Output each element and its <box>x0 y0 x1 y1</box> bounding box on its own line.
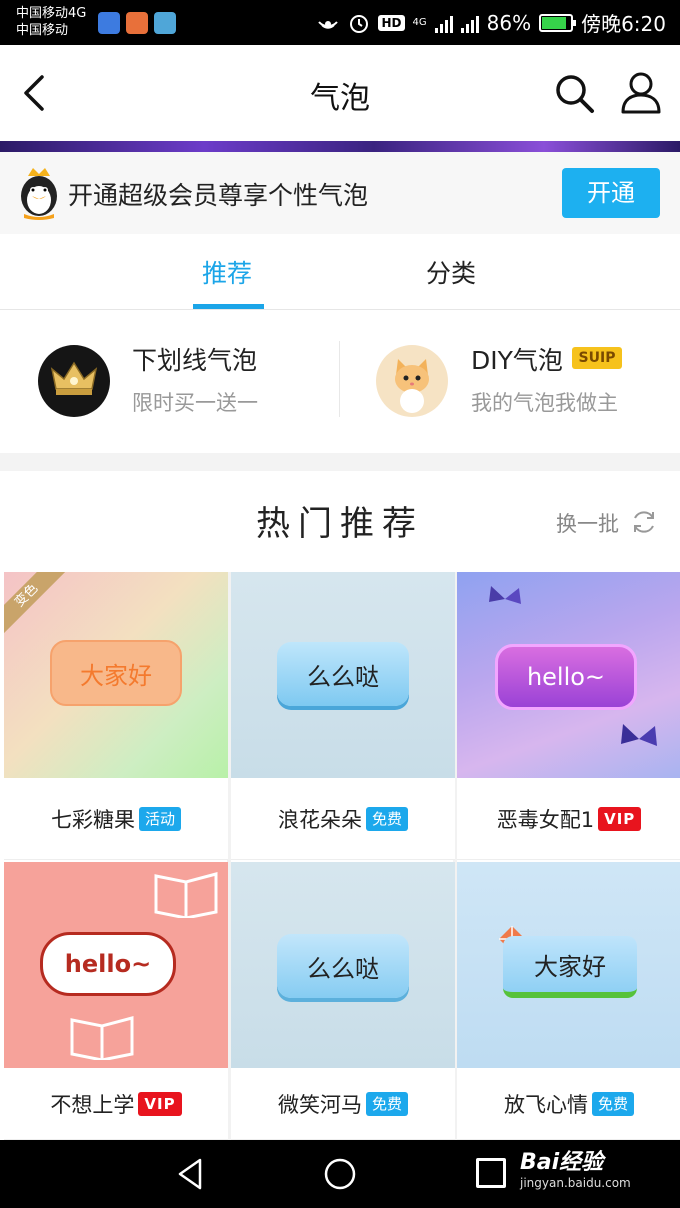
signal-2-icon <box>460 13 479 33</box>
card-name: 放飞心情 <box>503 1092 588 1117</box>
doodle-book-icon <box>154 872 218 918</box>
bubble-preview: hello~ <box>457 572 680 778</box>
uc-app-icon <box>126 12 148 34</box>
bubble-preview: 变色 大家好 <box>4 572 228 778</box>
bubble-text: 大家好 <box>534 952 606 981</box>
carrier-2: 中国移动 <box>16 23 69 38</box>
refresh-button[interactable]: 换一批 <box>556 508 619 538</box>
bubble-preview: 么么哒 <box>231 862 455 1068</box>
card-label: 放飞心情 免费 <box>457 1068 680 1140</box>
hotspot-icon <box>318 20 339 29</box>
status-indicators: HD 4G 86% 傍晚6:20 <box>316 8 666 37</box>
section-gap <box>0 453 680 471</box>
bubble-text: 么么哒 <box>307 954 379 983</box>
card-name: 七彩糖果 <box>50 807 135 832</box>
bubble-text: 大家好 <box>80 661 152 690</box>
nav-bar: 气泡 <box>0 45 680 141</box>
feature-subtitle: 限时买一送一 <box>132 391 258 415</box>
feature-section: 下划线气泡 限时买一送一 DIY气泡 SUIP 我的气泡我做主 <box>0 311 680 453</box>
color-change-ribbon: 变色 <box>4 572 66 635</box>
user-icon[interactable] <box>618 69 664 115</box>
carrier-info: 中国移动4G 中国移动 <box>16 5 86 39</box>
feature-title: DIY气泡 <box>471 346 563 375</box>
vip-promo-bar: 开通超级会员尊享个性气泡 开通 <box>0 152 680 234</box>
status-bar: 中国移动4G 中国移动 HD 4G 86% 傍晚6:20 <box>0 0 680 45</box>
bubble-card[interactable]: 么么哒 微笑河马 免费 <box>231 862 455 1140</box>
badge-event: 活动 <box>138 806 181 831</box>
tab-recommend[interactable]: 推荐 <box>202 254 252 290</box>
system-home-icon[interactable] <box>322 1156 358 1192</box>
refresh-icon[interactable] <box>630 508 658 536</box>
bubble-sample: 么么哒 <box>277 934 409 998</box>
badge-vip: VIP <box>598 806 642 831</box>
open-vip-button[interactable]: 开通 <box>562 168 660 218</box>
feature-title: 下划线气泡 <box>132 346 258 375</box>
crown-icon <box>38 345 110 417</box>
bubble-sample: 么么哒 <box>277 642 409 706</box>
bubble-sample: hello~ <box>495 644 637 710</box>
badge-free: 免费 <box>365 806 408 831</box>
feature-subtitle: 我的气泡我做主 <box>471 391 618 415</box>
card-name: 微笑河马 <box>277 1092 362 1117</box>
system-nav-bar: Bai经验 jingyan.baidu.com <box>0 1140 680 1208</box>
bubble-sample: hello~ <box>40 932 176 996</box>
bubble-card[interactable]: 变色 大家好 七彩糖果 活动 <box>4 572 228 860</box>
hd-icon: HD <box>378 14 405 31</box>
bubble-sample: 大家好 <box>503 936 637 998</box>
butterfly-icon <box>621 724 657 746</box>
bubble-preview: hello~ <box>4 862 228 1068</box>
card-name: 恶毒女配1 <box>496 807 595 832</box>
bubble-card[interactable]: hello~ 恶毒女配1 VIP <box>457 572 680 860</box>
carrier-1: 中国移动4G <box>16 6 87 21</box>
badge-free: 免费 <box>591 1091 634 1116</box>
card-label: 微笑河马 免费 <box>231 1068 455 1140</box>
card-label: 不想上学 VIP <box>4 1068 228 1140</box>
tab-bar: 推荐 分类 <box>0 234 680 310</box>
butterfly-icon <box>489 586 521 604</box>
browser-app-icon <box>154 12 176 34</box>
system-back-icon[interactable] <box>172 1156 208 1192</box>
badge-vip: VIP <box>138 1091 182 1116</box>
system-recent-icon[interactable] <box>476 1158 506 1188</box>
bubble-text: hello~ <box>64 950 152 978</box>
battery-percent: 86% <box>486 10 532 35</box>
net-4g-label: 4G <box>412 17 427 28</box>
notification-icons <box>98 12 176 34</box>
card-name: 不想上学 <box>50 1092 135 1117</box>
banner-strip[interactable] <box>0 141 680 152</box>
signal-icon <box>434 13 453 33</box>
tab-category[interactable]: 分类 <box>426 254 476 290</box>
active-tab-indicator <box>193 304 264 309</box>
card-label: 浪花朵朵 免费 <box>231 778 455 860</box>
suip-badge: SUIP <box>572 347 622 369</box>
card-label: 恶毒女配1 VIP <box>457 778 680 860</box>
bubble-text: 么么哒 <box>307 662 379 691</box>
cat-icon <box>376 345 448 417</box>
baidu-watermark: Bai经验 jingyan.baidu.com <box>520 1144 631 1190</box>
badge-free: 免费 <box>365 1091 408 1116</box>
bubble-preview: 大家好 <box>457 862 680 1068</box>
card-name: 浪花朵朵 <box>277 807 362 832</box>
feature-divider <box>339 341 340 417</box>
card-label: 七彩糖果 活动 <box>4 778 228 860</box>
bubble-text: hello~ <box>526 663 606 691</box>
watermark-logo: Bai经验 <box>520 1150 604 1175</box>
bubble-card[interactable]: hello~ 不想上学 VIP <box>4 862 228 1140</box>
search-icon[interactable] <box>552 71 596 115</box>
alarm-icon <box>350 14 369 33</box>
bubble-card[interactable]: 大家好 放飞心情 免费 <box>457 862 680 1140</box>
doodle-book-icon <box>70 1016 134 1060</box>
vip-promo-text: 开通超级会员尊享个性气泡 <box>68 181 369 210</box>
bubble-card[interactable]: 么么哒 浪花朵朵 免费 <box>231 572 455 860</box>
watermark-url: jingyan.baidu.com <box>520 1176 631 1190</box>
baidu-app-icon <box>98 12 120 34</box>
bubble-sample: 大家好 <box>50 640 182 706</box>
clock: 傍晚6:20 <box>581 12 666 36</box>
qq-penguin-icon <box>21 168 57 220</box>
bubble-preview: 么么哒 <box>231 572 455 778</box>
battery-icon <box>539 13 577 32</box>
